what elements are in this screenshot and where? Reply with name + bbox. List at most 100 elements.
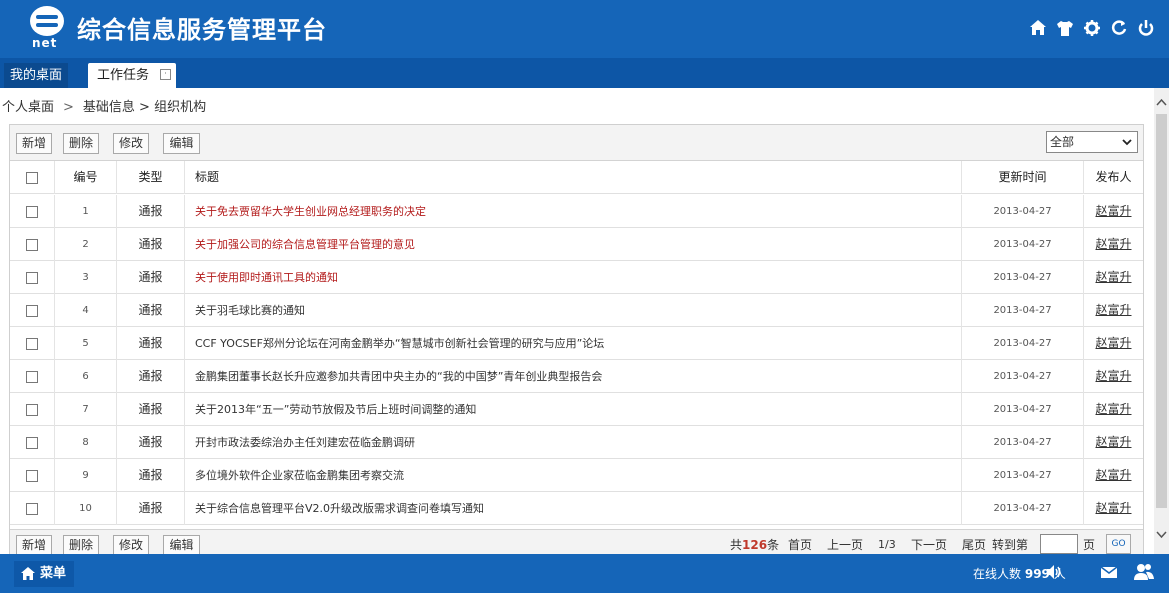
table-header-row: 编号 类型 标题 更新时间 发布人 [10,161,1143,194]
modify-button[interactable]: 编辑 [163,133,200,154]
column-header-time: 更新时间 [962,161,1084,194]
row-checkbox[interactable] [26,337,38,350]
row-update-time: 2013-04-27 [962,393,1084,426]
app-title: 综合信息服务管理平台 [77,16,327,44]
scroll-down-icon[interactable] [1154,526,1169,543]
breadcrumb: 个人桌面 > 基础信息 > 组织机构 [2,96,206,115]
modify-button-bottom[interactable]: 编辑 [163,535,200,556]
delete-button-bottom[interactable]: 删除 [63,535,99,556]
row-checkbox[interactable] [26,370,38,383]
menu-button[interactable]: 菜单 [14,561,75,587]
row-title-link[interactable]: 关于综合信息管理平台V2.0升级改版需求调查问卷填写通知 [195,502,484,515]
row-checkbox[interactable] [26,205,38,218]
row-title-cell: 金鹏集团董事长赵长升应邀参加共青团中央主办的“我的中国梦”青年创业典型报告会 [185,360,962,393]
row-title-link[interactable]: CCF YOCSEF郑州分论坛在河南金鹏举办“智慧城市创新社会管理的研究与应用”… [195,337,604,350]
row-publisher-link[interactable]: 赵富升 [1084,294,1143,327]
row-type: 通报 [117,327,185,360]
row-title-link[interactable]: 关于加强公司的综合信息管理平台管理的意见 [195,238,415,251]
breadcrumb-path: 基础信息 > 组织机构 [82,100,207,115]
row-checkbox[interactable] [26,502,38,515]
row-publisher-link[interactable]: 赵富升 [1084,492,1143,525]
row-type: 通报 [117,195,185,228]
row-title-link[interactable]: 关于羽毛球比赛的通知 [195,304,305,317]
breadcrumb-separator: > [63,100,74,115]
row-title-link[interactable]: 金鹏集团董事长赵长升应邀参加共青团中央主办的“我的中国梦”青年创业典型报告会 [195,370,602,383]
users-icon[interactable] [1133,563,1155,585]
gear-icon[interactable] [1083,18,1101,38]
row-update-time: 2013-04-27 [962,492,1084,525]
home-icon[interactable] [1029,18,1047,38]
row-update-time: 2013-04-27 [962,195,1084,228]
row-select-cell [10,228,55,261]
add-button[interactable]: 新增 [16,133,52,154]
row-title-cell: 关于综合信息管理平台V2.0升级改版需求调查问卷填写通知 [185,492,962,525]
row-title-cell: 关于羽毛球比赛的通知 [185,294,962,327]
tab-bar: 我的桌面 工作任务 · [0,58,1169,88]
row-update-time: 2013-04-27 [962,294,1084,327]
row-checkbox[interactable] [26,469,38,482]
row-type: 通报 [117,426,185,459]
row-publisher-link[interactable]: 赵富升 [1084,360,1143,393]
refresh-icon[interactable] [1110,18,1128,38]
row-checkbox[interactable] [26,403,38,416]
row-checkbox[interactable] [26,304,38,317]
delete-button[interactable]: 删除 [63,133,99,154]
select-all-checkbox[interactable] [26,171,38,184]
row-publisher-link[interactable]: 赵富升 [1084,426,1143,459]
row-publisher-link[interactable]: 赵富升 [1084,195,1143,228]
page-number-input[interactable] [1040,534,1078,554]
add-button-bottom[interactable]: 新增 [16,535,52,556]
scrollbar-thumb[interactable] [1156,114,1167,508]
power-icon[interactable] [1137,18,1155,38]
shirt-icon[interactable] [1056,18,1074,38]
go-button[interactable]: GO [1106,534,1131,554]
table-row: 9 通报 多位境外软件企业家莅临金鹏集团考察交流 2013-04-27 赵富升 [10,459,1143,492]
table-row: 4 通报 关于羽毛球比赛的通知 2013-04-27 赵富升 [10,294,1143,327]
row-select-cell [10,261,55,294]
volume-icon[interactable] [1046,563,1062,585]
row-title-cell: 关于加强公司的综合信息管理平台管理的意见 [185,228,962,261]
row-title-link[interactable]: 开封市政法委综治办主任刘建宏莅临金鹏调研 [195,436,415,449]
row-title-link[interactable]: 关于免去贾留华大学生创业网总经理职务的决定 [195,205,426,218]
row-number: 4 [55,294,117,327]
content-panel: 新增 删除 修改 编辑 全部 编号 类型 标题 更新时间 发布人 1 通报 关于免去… [9,124,1144,559]
row-checkbox[interactable] [26,436,38,449]
mail-icon[interactable] [1100,563,1118,585]
row-title-link[interactable]: 多位境外软件企业家莅临金鹏集团考察交流 [195,469,404,482]
scroll-up-icon[interactable] [1154,94,1169,111]
row-number: 10 [55,492,117,525]
tab-my-desktop[interactable]: 我的桌面 [4,63,69,88]
filter-select[interactable]: 全部 [1046,131,1138,153]
row-select-cell [10,360,55,393]
table-row: 2 通报 关于加强公司的综合信息管理平台管理的意见 2013-04-27 赵富升 [10,228,1143,261]
row-update-time: 2013-04-27 [962,261,1084,294]
row-checkbox[interactable] [26,271,38,284]
close-icon[interactable]: · [160,69,171,80]
edit-button[interactable]: 修改 [113,133,149,154]
row-select-cell [10,393,55,426]
column-header-no: 编号 [55,161,117,194]
edit-button-bottom[interactable]: 修改 [113,535,149,556]
row-checkbox[interactable] [26,238,38,251]
table-row: 10 通报 关于综合信息管理平台V2.0升级改版需求调查问卷填写通知 2013-04-… [10,492,1143,525]
tab-work-task[interactable]: 工作任务 · [88,63,176,88]
row-title-cell: 开封市政法委综治办主任刘建宏莅临金鹏调研 [185,426,962,459]
row-publisher-link[interactable]: 赵富升 [1084,261,1143,294]
app-logo: net [30,6,64,52]
row-publisher-link[interactable]: 赵富升 [1084,459,1143,492]
row-title-cell: 关于使用即时通讯工具的通知 [185,261,962,294]
row-title-link[interactable]: 关于使用即时通讯工具的通知 [195,271,338,284]
row-select-cell [10,327,55,360]
row-select-cell [10,426,55,459]
table-row: 8 通报 开封市政法委综治办主任刘建宏莅临金鹏调研 2013-04-27 赵富升 [10,426,1143,459]
tab-work-task-label: 工作任务 [97,68,150,83]
row-publisher-link[interactable]: 赵富升 [1084,327,1143,360]
app-footer: 菜单 在线人数 999 人 [0,554,1169,593]
table-row: 3 通报 关于使用即时通讯工具的通知 2013-04-27 赵富升 [10,261,1143,294]
row-publisher-link[interactable]: 赵富升 [1084,393,1143,426]
row-title-link[interactable]: 关于2013年“五一”劳动节放假及节后上班时间调整的通知 [195,403,476,416]
row-title-cell: 关于2013年“五一”劳动节放假及节后上班时间调整的通知 [185,393,962,426]
row-publisher-link[interactable]: 赵富升 [1084,228,1143,261]
vertical-scrollbar[interactable] [1154,88,1169,554]
breadcrumb-root[interactable]: 个人桌面 [2,100,54,115]
